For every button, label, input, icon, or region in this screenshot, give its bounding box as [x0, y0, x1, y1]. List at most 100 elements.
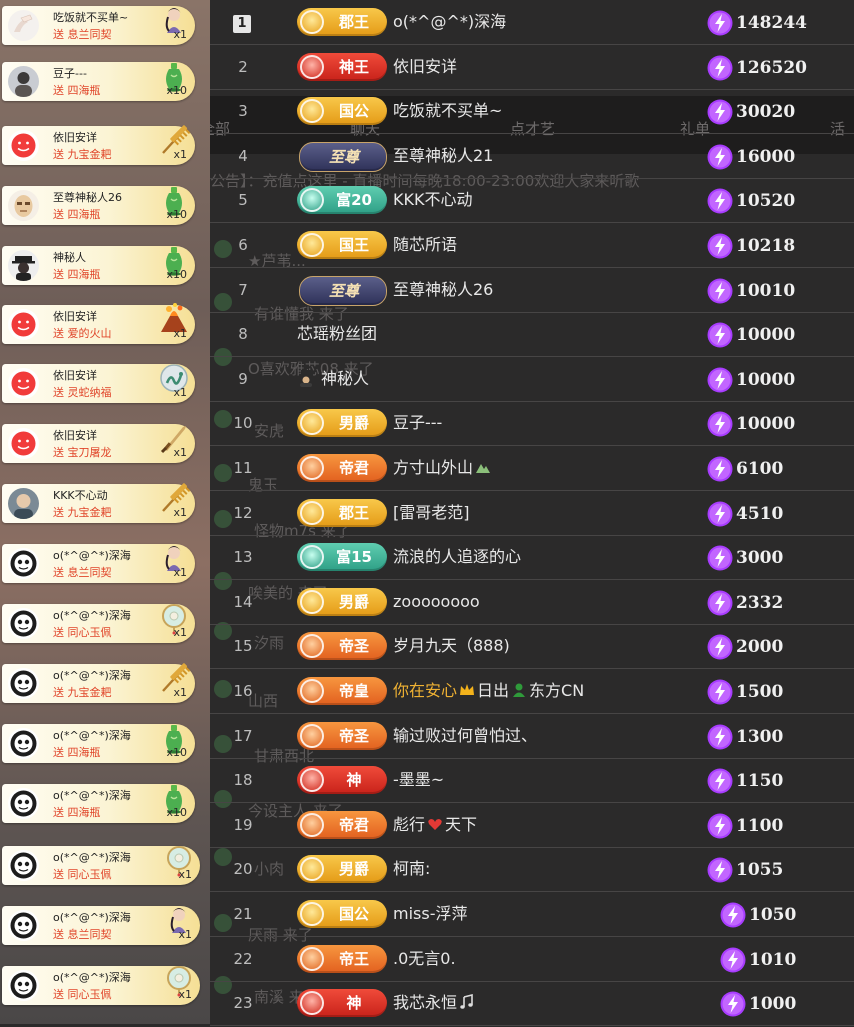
ranking-row[interactable]: 21 国公 miss-浮萍 1050 — [210, 892, 854, 937]
ranking-row[interactable]: 5 富20 KKK不心动 10520 — [210, 178, 854, 224]
user-avatar[interactable] — [8, 190, 39, 221]
user-avatar[interactable] — [8, 668, 39, 699]
ranking-row[interactable]: 13 富15 流浪的人追逐的心 3000 — [210, 535, 854, 581]
user-avatar[interactable] — [8, 910, 39, 941]
gift-sender-name[interactable]: o(*^@^*)深海 — [53, 849, 131, 865]
gift-sender-name[interactable]: 依旧安详 — [53, 427, 97, 443]
ranking-username[interactable]: .0无言0. — [393, 937, 456, 981]
score-value: 1010 — [749, 949, 797, 970]
gift-sender-name[interactable]: 吃饭就不买单~ — [53, 9, 128, 25]
ranking-username[interactable]: 输过败过何曾怕过、 — [393, 714, 537, 758]
gift-sender-name[interactable]: 依旧安详 — [53, 129, 97, 145]
gift-sender-name[interactable]: o(*^@^*)深海 — [53, 607, 131, 623]
gift-name-label: 四海瓶 — [67, 806, 101, 819]
gift-sender-name[interactable]: o(*^@^*)深海 — [53, 667, 131, 683]
user-avatar[interactable] — [8, 10, 39, 41]
user-avatar[interactable] — [8, 788, 39, 819]
ranking-username[interactable]: 彪行 天下 — [393, 803, 477, 847]
user-avatar[interactable] — [8, 309, 39, 340]
ranking-username[interactable]: 岁月九天（888) — [393, 624, 510, 668]
ranking-row[interactable]: 23 神 我芯永恒 1000 — [210, 981, 854, 1027]
gift-sender-name[interactable]: 神秘人 — [53, 249, 86, 265]
ranking-row[interactable]: 19 帝君 彪行 天下 1100 — [210, 803, 854, 848]
ranking-row[interactable]: 15 帝圣 岁月九天（888) 2000 — [210, 624, 854, 670]
gift-sender-name[interactable]: 至尊神秘人26 — [53, 189, 122, 205]
gift-sender-name[interactable]: o(*^@^*)深海 — [53, 787, 131, 803]
ranking-username[interactable]: 依旧安详 — [393, 45, 457, 89]
ranking-username[interactable]: 神秘人 — [297, 357, 369, 401]
user-avatar[interactable] — [8, 428, 39, 459]
gift-verb: 送 — [53, 84, 64, 97]
noble-emblem-icon — [300, 991, 324, 1016]
ranking-username[interactable]: 至尊神秘人21 — [393, 134, 493, 178]
ranking-username[interactable]: KKK不心动 — [393, 178, 472, 222]
ranking-username[interactable]: 你在安心 日出 东方CN — [393, 669, 584, 713]
gift-sender-name[interactable]: 依旧安详 — [53, 308, 97, 324]
gift-sender-name[interactable]: o(*^@^*)深海 — [53, 547, 131, 563]
ranking-row[interactable]: 2 神王 依旧安详 126520 — [210, 45, 854, 90]
ranking-row[interactable]: 6 国王 随芯所语 10218 — [210, 223, 854, 268]
gift-sender-name[interactable]: KKK不心动 — [53, 487, 108, 503]
ranking-username[interactable]: 豆子--- — [393, 401, 442, 445]
ranking-row[interactable]: 7 至尊 至尊神秘人26 10010 — [210, 268, 854, 313]
ranking-username[interactable]: zoooooooo — [393, 580, 480, 624]
ranking-username[interactable]: 芯瑶粉丝团 — [297, 312, 377, 356]
ranking-row[interactable]: 17 帝圣 输过败过何曾怕过、 1300 — [210, 714, 854, 759]
ranking-username[interactable]: o(*^@^*)深海 — [393, 0, 506, 44]
noble-rank-label: 帝王 — [338, 949, 369, 968]
user-avatar[interactable] — [8, 130, 39, 161]
ranking-username[interactable]: 我芯永恒 — [393, 981, 477, 1025]
ranking-username[interactable]: 至尊神秘人26 — [393, 268, 493, 312]
ranking-username[interactable]: 随芯所语 — [393, 223, 457, 267]
gift-sender-name[interactable]: o(*^@^*)深海 — [53, 969, 131, 985]
noble-rank-badge: 国王 — [297, 231, 387, 259]
user-avatar[interactable] — [8, 488, 39, 519]
ranking-row[interactable]: 3 国公 吃饭就不买单~ 30020 — [210, 89, 854, 135]
username-text: 方寸山外山 — [393, 458, 474, 477]
user-avatar[interactable] — [8, 548, 39, 579]
ranking-row[interactable]: 11 帝君 方寸山外山 6100 — [210, 446, 854, 491]
ranking-username[interactable]: miss-浮萍 — [393, 892, 467, 936]
gift-count: x1 — [178, 988, 192, 1001]
username-text: 神秘人 — [321, 368, 370, 388]
gift-name-label: 息兰同契 — [67, 566, 112, 579]
ranking-row[interactable]: 22 帝王 .0无言0. 1010 — [210, 937, 854, 982]
ranking-username[interactable]: 吃饭就不买单~ — [393, 89, 502, 133]
username-text: 依旧安详 — [393, 56, 458, 76]
ranking-username[interactable]: 流浪的人追逐的心 — [393, 535, 521, 579]
gift-sender-name[interactable]: o(*^@^*)深海 — [53, 727, 131, 743]
gift-description: 送 爱的火山 — [53, 325, 112, 341]
score-value: 30020 — [736, 102, 796, 123]
ranking-row[interactable]: 20 男爵 柯南: 1055 — [210, 847, 854, 893]
lightning-coin-icon — [707, 857, 733, 883]
user-avatar[interactable] — [8, 368, 39, 399]
gift-sender-name[interactable]: o(*^@^*)深海 — [53, 909, 131, 925]
gift-description: 送 同心玉佩 — [53, 624, 112, 640]
username-text: 吃饭就不买单~ — [393, 101, 503, 121]
ranking-username[interactable]: [雷哥老范] — [393, 491, 470, 535]
user-avatar[interactable] — [8, 850, 39, 881]
ranking-row[interactable]: 4 至尊 至尊神秘人21 16000 — [210, 134, 854, 179]
user-avatar[interactable] — [8, 66, 39, 97]
ranking-username[interactable]: 柯南: — [393, 847, 430, 891]
ranking-row[interactable]: 16 帝皇 你在安心 日出 东方CN 1500 — [210, 669, 854, 714]
gift-name-label: 四海瓶 — [67, 746, 101, 759]
ranking-row[interactable]: 12 郡王 [雷哥老范] 4510 — [210, 491, 854, 536]
ranking-username[interactable]: -墨墨~ — [393, 758, 444, 802]
gift-count: x1 — [173, 28, 187, 41]
ranking-row[interactable]: 10 男爵 豆子--- 10000 — [210, 401, 854, 447]
ranking-row[interactable]: 14 男爵 zoooooooo 2332 — [210, 580, 854, 625]
ranking-row[interactable]: 1 郡王 o(*^@^*)深海 148244 — [210, 0, 854, 45]
noble-rank-label: 郡王 — [338, 503, 369, 522]
username-text: KKK不心动 — [393, 190, 473, 210]
gift-sender-name[interactable]: 豆子--- — [53, 65, 87, 81]
ranking-row[interactable]: 9 神秘人 10000 — [210, 357, 854, 402]
user-avatar[interactable] — [8, 608, 39, 639]
user-avatar[interactable] — [8, 970, 39, 1001]
ranking-username[interactable]: 方寸山外山 — [393, 446, 493, 490]
ranking-row[interactable]: 8 芯瑶粉丝团 10000 — [210, 312, 854, 358]
user-avatar[interactable] — [8, 728, 39, 759]
user-avatar[interactable] — [8, 250, 39, 281]
gift-sender-name[interactable]: 依旧安详 — [53, 367, 97, 383]
ranking-row[interactable]: 18 神 -墨墨~ 1150 — [210, 758, 854, 804]
